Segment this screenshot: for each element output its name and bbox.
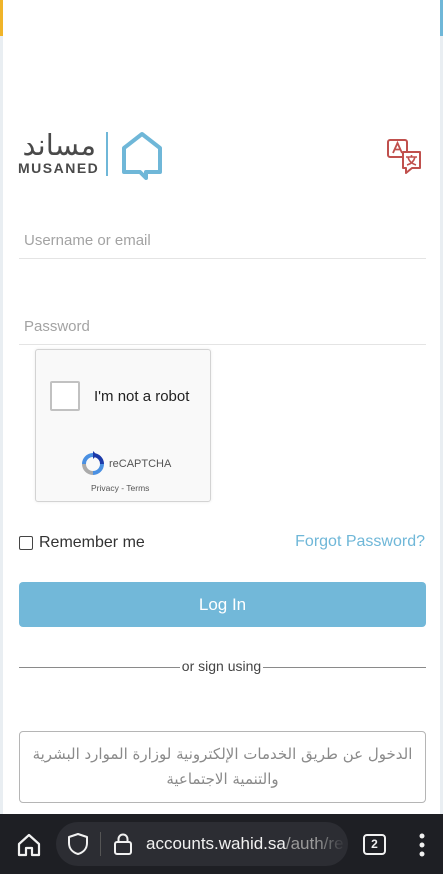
remember-me-checkbox[interactable]: Remember me — [19, 533, 145, 553]
url-host: accounts.wahid.sa — [146, 834, 286, 853]
recaptcha-privacy-link[interactable]: Privacy — [91, 483, 119, 493]
login-button[interactable]: Log In — [19, 582, 426, 627]
lock-icon[interactable] — [112, 832, 134, 856]
shield-icon[interactable] — [66, 832, 90, 856]
musaned-logo: مساند MUSANED — [18, 130, 168, 180]
password-input[interactable] — [19, 309, 426, 345]
translate-icon[interactable] — [386, 138, 424, 176]
recaptcha-widget: I'm not a robot reCAPTCHA Privacy - Term… — [35, 349, 211, 502]
url-path: /auth/re — [285, 834, 344, 853]
recaptcha-checkbox[interactable] — [50, 381, 80, 411]
recaptcha-links: Privacy - Terms — [91, 483, 149, 493]
remember-me-label: Remember me — [39, 534, 145, 551]
more-vertical-icon[interactable] — [414, 832, 430, 858]
address-bar[interactable]: accounts.wahid.sa/auth/re — [56, 822, 348, 866]
recaptcha-brand: reCAPTCHA — [109, 458, 172, 470]
or-divider-text: or sign using — [179, 658, 264, 674]
address-bar-divider — [100, 832, 101, 856]
forgot-password-link[interactable]: Forgot Password? — [295, 533, 425, 551]
url-text: accounts.wahid.sa/auth/re — [146, 834, 346, 854]
recaptcha-label: I'm not a robot — [94, 388, 190, 405]
logo-english-text: MUSANED — [18, 160, 100, 176]
recaptcha-terms-link[interactable]: Terms — [126, 483, 149, 493]
tabs-icon[interactable]: 2 — [363, 834, 386, 855]
or-divider: or sign using — [0, 658, 443, 674]
logo-arabic-text: مساند — [22, 128, 96, 162]
recaptcha-logo-icon — [82, 451, 104, 475]
remember-me-box[interactable] — [19, 536, 33, 550]
home-icon[interactable] — [16, 832, 42, 858]
background-edge-left — [0, 0, 3, 814]
background-edge-top-left — [0, 0, 3, 36]
ministry-login-button[interactable]: الدخول عن طريق الخدمات الإلكترونية لوزار… — [19, 731, 426, 803]
browser-bottom-bar: accounts.wahid.sa/auth/re 2 — [0, 814, 443, 874]
logo-separator — [106, 132, 108, 176]
musaned-logo-icon — [122, 132, 162, 180]
username-input[interactable] — [19, 223, 426, 259]
